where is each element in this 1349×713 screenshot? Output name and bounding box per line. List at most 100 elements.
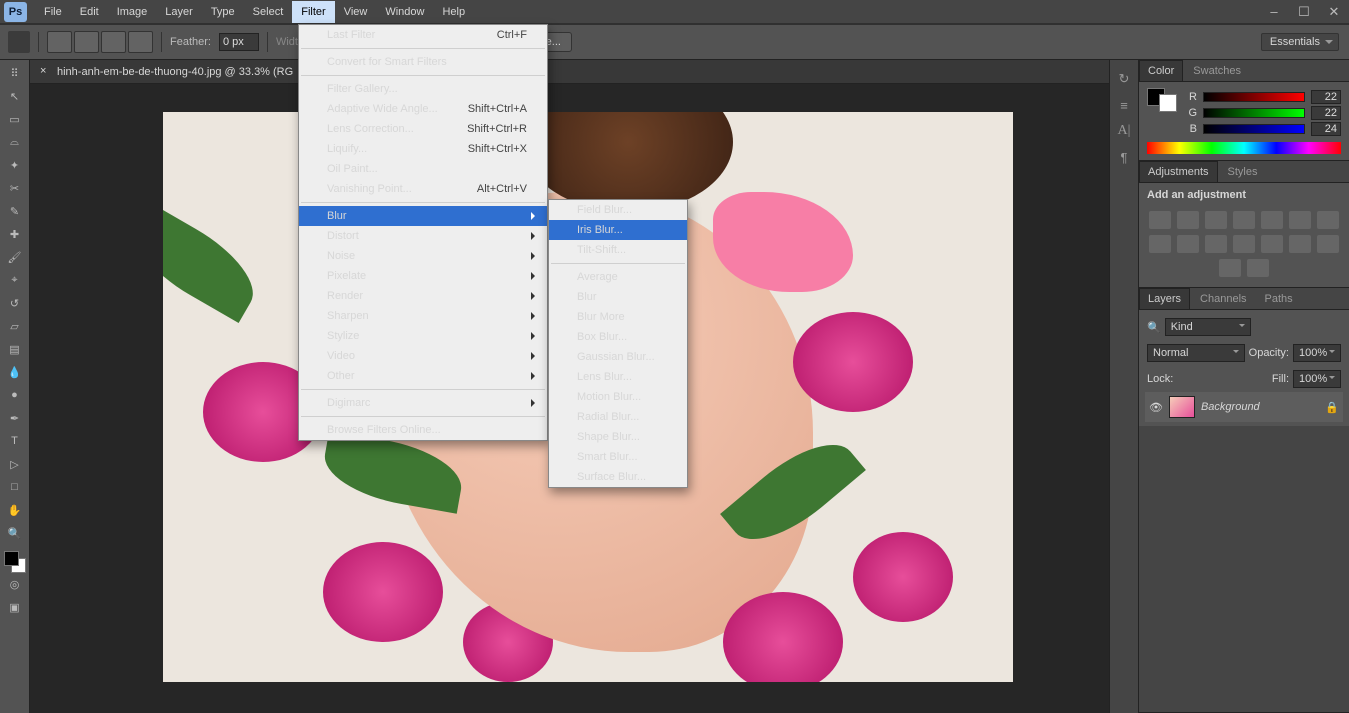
- menu-help[interactable]: Help: [433, 1, 474, 23]
- history-panel-icon[interactable]: ↻: [1110, 66, 1138, 92]
- bw-adj-icon[interactable]: [1149, 235, 1171, 253]
- quickmask-icon[interactable]: ◎: [3, 573, 27, 595]
- path-select-tool-icon[interactable]: ▷: [3, 453, 27, 475]
- layer-filter-kind-select[interactable]: Kind: [1165, 318, 1251, 336]
- filter-adaptive-wide-angle[interactable]: Adaptive Wide Angle...Shift+Ctrl+A: [299, 99, 547, 119]
- workspace-selector[interactable]: Essentials: [1261, 33, 1339, 51]
- filter-blur-submenu[interactable]: Blur: [299, 206, 547, 226]
- menu-type[interactable]: Type: [202, 1, 244, 23]
- move-tool-icon[interactable]: ↖: [3, 85, 27, 107]
- lock-position-icon[interactable]: [1213, 372, 1227, 386]
- selection-new-icon[interactable]: [47, 31, 72, 53]
- clone-stamp-tool-icon[interactable]: ⌖: [3, 269, 27, 291]
- photo-filter-adj-icon[interactable]: [1177, 235, 1199, 253]
- filter-type-icon[interactable]: [1291, 320, 1305, 334]
- hue-adj-icon[interactable]: [1289, 211, 1311, 229]
- gradient-map-adj-icon[interactable]: [1219, 259, 1241, 277]
- menu-filter[interactable]: Filter: [292, 1, 334, 23]
- menu-view[interactable]: View: [335, 1, 377, 23]
- color-r-input[interactable]: [1311, 90, 1341, 104]
- filter-vanishing-point[interactable]: Vanishing Point...Alt+Ctrl+V: [299, 179, 547, 199]
- filter-lens-correction[interactable]: Lens Correction...Shift+Ctrl+R: [299, 119, 547, 139]
- selective-color-adj-icon[interactable]: [1247, 259, 1269, 277]
- paragraph-panel-icon[interactable]: ¶: [1110, 144, 1138, 170]
- threshold-adj-icon[interactable]: [1317, 235, 1339, 253]
- lock-pixels-icon[interactable]: [1195, 372, 1209, 386]
- history-brush-tool-icon[interactable]: ↺: [3, 292, 27, 314]
- tab-layers[interactable]: Layers: [1139, 288, 1190, 309]
- minimize-icon[interactable]: –: [1259, 0, 1289, 23]
- type-tool-icon[interactable]: T: [3, 430, 27, 452]
- screen-mode-icon[interactable]: ▣: [3, 596, 27, 618]
- menu-select[interactable]: Select: [244, 1, 293, 23]
- magic-wand-tool-icon[interactable]: ✦: [3, 154, 27, 176]
- filter-render-submenu[interactable]: Render: [299, 286, 547, 306]
- color-b-slider[interactable]: [1203, 124, 1305, 134]
- blur-smart-blur[interactable]: Smart Blur...: [549, 447, 687, 467]
- rectangle-tool-icon[interactable]: □: [3, 476, 27, 498]
- posterize-adj-icon[interactable]: [1289, 235, 1311, 253]
- hand-tool-icon[interactable]: ✋: [3, 499, 27, 521]
- tool-icon[interactable]: [8, 31, 30, 53]
- feather-input[interactable]: [219, 33, 259, 51]
- filter-convert-smart[interactable]: Convert for Smart Filters: [299, 52, 547, 72]
- filter-browse-online[interactable]: Browse Filters Online...: [299, 420, 547, 440]
- selection-add-icon[interactable]: [74, 31, 99, 53]
- filter-digimarc-submenu[interactable]: Digimarc: [299, 393, 547, 413]
- blur-lens-blur[interactable]: Lens Blur...: [549, 367, 687, 387]
- blur-field-blur[interactable]: Field Blur...: [549, 200, 687, 220]
- levels-adj-icon[interactable]: [1177, 211, 1199, 229]
- hue-strip[interactable]: [1147, 142, 1341, 154]
- gradient-tool-icon[interactable]: ▤: [3, 338, 27, 360]
- blur-motion-blur[interactable]: Motion Blur...: [549, 387, 687, 407]
- filter-video-submenu[interactable]: Video: [299, 346, 547, 366]
- brightness-adj-icon[interactable]: [1149, 211, 1171, 229]
- opacity-input[interactable]: 100%: [1293, 344, 1341, 362]
- color-swatches-icon[interactable]: [4, 551, 26, 573]
- menu-image[interactable]: Image: [108, 1, 157, 23]
- lock-transparent-icon[interactable]: [1177, 372, 1191, 386]
- filter-sharpen-submenu[interactable]: Sharpen: [299, 306, 547, 326]
- blur-gaussian-blur[interactable]: Gaussian Blur...: [549, 347, 687, 367]
- filter-noise-submenu[interactable]: Noise: [299, 246, 547, 266]
- filter-filter-gallery[interactable]: Filter Gallery...: [299, 79, 547, 99]
- filter-last-filter[interactable]: Last Filter Ctrl+F: [299, 25, 547, 45]
- spot-heal-tool-icon[interactable]: ✚: [3, 223, 27, 245]
- filter-distort-submenu[interactable]: Distort: [299, 226, 547, 246]
- blur-blur-more[interactable]: Blur More: [549, 307, 687, 327]
- grabber-icon[interactable]: ⠿: [3, 62, 27, 84]
- blur-blur[interactable]: Blur: [549, 287, 687, 307]
- vibrance-adj-icon[interactable]: [1261, 211, 1283, 229]
- brush-tool-icon[interactable]: 🖌: [3, 246, 27, 268]
- crop-tool-icon[interactable]: ✂: [3, 177, 27, 199]
- invert-adj-icon[interactable]: [1261, 235, 1283, 253]
- background-swatch-icon[interactable]: [1159, 94, 1177, 112]
- color-g-input[interactable]: [1311, 106, 1341, 120]
- curves-adj-icon[interactable]: [1205, 211, 1227, 229]
- menu-window[interactable]: Window: [376, 1, 433, 23]
- blur-tool-icon[interactable]: 💧: [3, 361, 27, 383]
- visibility-toggle-icon[interactable]: [1149, 401, 1163, 414]
- filter-shape-icon[interactable]: [1309, 320, 1323, 334]
- filter-smart-icon[interactable]: [1327, 320, 1341, 334]
- color-r-slider[interactable]: [1203, 92, 1305, 102]
- maximize-icon[interactable]: ☐: [1289, 0, 1319, 23]
- doc-tab-close-icon[interactable]: ×: [40, 65, 53, 78]
- filter-stylize-submenu[interactable]: Stylize: [299, 326, 547, 346]
- lasso-tool-icon[interactable]: ⌓: [3, 131, 27, 153]
- color-b-input[interactable]: [1311, 122, 1341, 136]
- lock-all-icon[interactable]: [1231, 372, 1245, 386]
- tab-adjustments[interactable]: Adjustments: [1139, 161, 1218, 182]
- blur-radial-blur[interactable]: Radial Blur...: [549, 407, 687, 427]
- filter-pixelate-submenu[interactable]: Pixelate: [299, 266, 547, 286]
- blur-tilt-shift[interactable]: Tilt-Shift...: [549, 240, 687, 260]
- selection-intersect-icon[interactable]: [128, 31, 153, 53]
- fill-input[interactable]: 100%: [1293, 370, 1341, 388]
- color-g-slider[interactable]: [1203, 108, 1305, 118]
- filter-adjust-icon[interactable]: [1273, 320, 1287, 334]
- close-icon[interactable]: ✕: [1319, 0, 1349, 23]
- properties-panel-icon[interactable]: ≡: [1110, 92, 1138, 118]
- eraser-tool-icon[interactable]: ▱: [3, 315, 27, 337]
- document-tab[interactable]: × hinh-anh-em-be-de-thuong-40.jpg @ 33.3…: [30, 60, 304, 83]
- marquee-tool-icon[interactable]: ▭: [3, 108, 27, 130]
